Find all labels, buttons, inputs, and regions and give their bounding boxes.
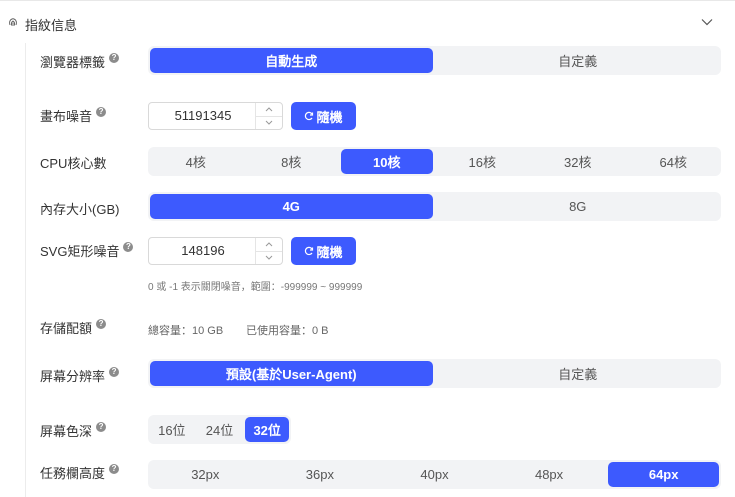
ua-tag-option-custom[interactable]: 自定義	[437, 48, 720, 73]
cpu-option-32[interactable]: 32核	[532, 149, 624, 174]
svg-noise-label: SVG矩形噪音?	[40, 241, 134, 260]
chevron-down-icon[interactable]	[701, 18, 713, 26]
cpu-label: CPU核心數	[40, 153, 106, 172]
taskbar-option-32[interactable]: 32px	[150, 462, 261, 487]
help-icon[interactable]: ?	[123, 242, 134, 252]
increment-arrow-icon[interactable]	[256, 238, 282, 252]
cpu-option-64[interactable]: 64核	[628, 149, 720, 174]
svg-noise-hint: 0 或 -1 表示關閉噪音，範圍：-999999 ~ 999999	[148, 282, 363, 293]
taskbar-option-40[interactable]: 40px	[379, 462, 490, 487]
memory-label-text: 內存大小(GB)	[40, 202, 120, 217]
cpu-option-4[interactable]: 4核	[150, 149, 242, 174]
color-depth-segmented: 16位 24位 32位	[148, 415, 291, 444]
left-guide-line	[25, 43, 26, 497]
storage-label: 存儲配額?	[40, 318, 107, 337]
random-button-label: 隨機	[316, 244, 343, 260]
taskbar-segmented: 32px 36px 40px 48px 64px	[148, 460, 721, 489]
color-depth-label-text: 屏幕色深	[40, 424, 93, 439]
taskbar-option-64[interactable]: 64px	[608, 462, 719, 487]
resolution-option-custom[interactable]: 自定義	[437, 361, 720, 386]
random-button-label: 隨機	[316, 109, 343, 125]
refresh-icon	[305, 246, 314, 256]
memory-segmented: 4G 8G	[148, 192, 721, 221]
cpu-label-text: CPU核心數	[40, 156, 107, 171]
help-icon[interactable]: ?	[96, 319, 107, 329]
taskbar-option-48[interactable]: 48px	[494, 462, 605, 487]
taskbar-option-36[interactable]: 36px	[265, 462, 376, 487]
cpu-option-16[interactable]: 16核	[437, 149, 529, 174]
taskbar-label-text: 任務欄高度	[40, 466, 106, 481]
cpu-option-10[interactable]: 10核	[341, 149, 433, 174]
canvas-noise-label-text: 畫布噪音	[40, 109, 93, 124]
taskbar-label: 任務欄高度?	[40, 463, 120, 482]
storage-used: 已使用容量：0 B	[246, 325, 329, 337]
help-icon[interactable]: ?	[109, 53, 120, 63]
memory-label: 內存大小(GB)	[40, 199, 119, 218]
canvas-noise-value[interactable]: 51191345	[149, 103, 257, 129]
help-icon[interactable]: ?	[96, 107, 107, 117]
section-header-fingerprint[interactable]: 指紋信息	[0, 1, 735, 41]
resolution-segmented: 預設(基於User-Agent) 自定義	[148, 359, 721, 388]
storage-label-text: 存儲配額	[40, 321, 93, 336]
color-depth-label: 屏幕色深?	[40, 421, 107, 440]
resolution-label-text: 屏幕分辨率	[40, 369, 106, 384]
memory-option-4g[interactable]: 4G	[150, 194, 433, 219]
decrement-arrow-icon[interactable]	[256, 116, 282, 129]
resolution-label: 屏幕分辨率?	[40, 366, 120, 385]
cpu-option-8[interactable]: 8核	[246, 149, 338, 174]
cpu-segmented: 4核 8核 10核 16核 32核 64核	[148, 147, 721, 176]
help-icon[interactable]: ?	[109, 464, 120, 474]
ua-tag-option-auto[interactable]: 自動生成	[150, 48, 433, 73]
memory-option-8g[interactable]: 8G	[437, 194, 720, 219]
color-depth-option-24[interactable]: 24位	[198, 417, 242, 442]
svg-noise-value[interactable]: 148196	[149, 238, 257, 264]
help-icon[interactable]: ?	[109, 367, 120, 377]
ua-tag-label: 瀏覽器標籤?	[40, 52, 120, 71]
color-depth-option-16[interactable]: 16位	[150, 417, 194, 442]
ua-tag-label-text: 瀏覽器標籤	[40, 55, 106, 70]
color-depth-option-32[interactable]: 32位	[245, 417, 290, 442]
refresh-icon	[305, 111, 314, 121]
increment-arrow-icon[interactable]	[256, 103, 282, 117]
svg-noise-random-button[interactable]: 隨機	[291, 237, 356, 265]
resolution-option-default[interactable]: 預設(基於User-Agent)	[150, 361, 433, 386]
canvas-noise-input[interactable]: 51191345	[148, 102, 283, 130]
section-title: 指紋信息	[25, 18, 78, 33]
fingerprint-icon	[9, 18, 17, 26]
decrement-arrow-icon[interactable]	[256, 251, 282, 264]
svg-noise-input[interactable]: 148196	[148, 237, 283, 265]
svg-noise-stepper[interactable]	[255, 238, 282, 264]
storage-total: 總容量：10 GB	[148, 325, 224, 337]
canvas-noise-random-button[interactable]: 隨機	[291, 102, 356, 130]
canvas-noise-stepper[interactable]	[255, 103, 282, 129]
help-icon[interactable]: ?	[96, 422, 107, 432]
canvas-noise-label: 畫布噪音?	[40, 106, 107, 125]
svg-noise-label-text: SVG矩形噪音	[40, 244, 120, 259]
ua-tag-segmented: 自動生成 自定義	[148, 46, 721, 75]
